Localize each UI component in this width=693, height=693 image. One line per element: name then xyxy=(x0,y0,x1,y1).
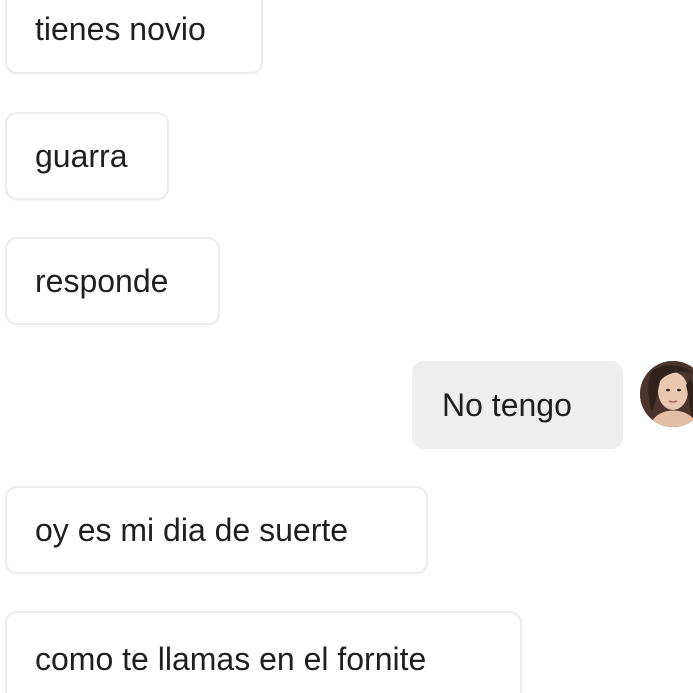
incoming-message-bubble[interactable]: oy es mi dia de suerte xyxy=(5,486,428,574)
message-text: No tengo xyxy=(442,386,572,423)
message-text: tienes novio xyxy=(35,10,206,47)
message-text: oy es mi dia de suerte xyxy=(35,511,349,548)
incoming-message-bubble[interactable]: como te llamas en el fornite xyxy=(5,611,522,693)
message-text: guarra xyxy=(35,137,128,174)
incoming-message-bubble[interactable]: responde xyxy=(5,237,220,325)
message-text: responde xyxy=(35,262,169,299)
message-text: como te llamas en el fornite xyxy=(35,640,427,677)
incoming-message-bubble[interactable]: guarra xyxy=(5,112,169,200)
avatar-photo-icon xyxy=(640,361,693,427)
chat-thread: tienes novio guarra responde No tengo oy… xyxy=(0,0,693,693)
outgoing-message-bubble[interactable]: No tengo xyxy=(412,361,623,449)
user-avatar-icon[interactable] xyxy=(640,361,693,427)
incoming-message-bubble[interactable]: tienes novio xyxy=(5,0,263,74)
